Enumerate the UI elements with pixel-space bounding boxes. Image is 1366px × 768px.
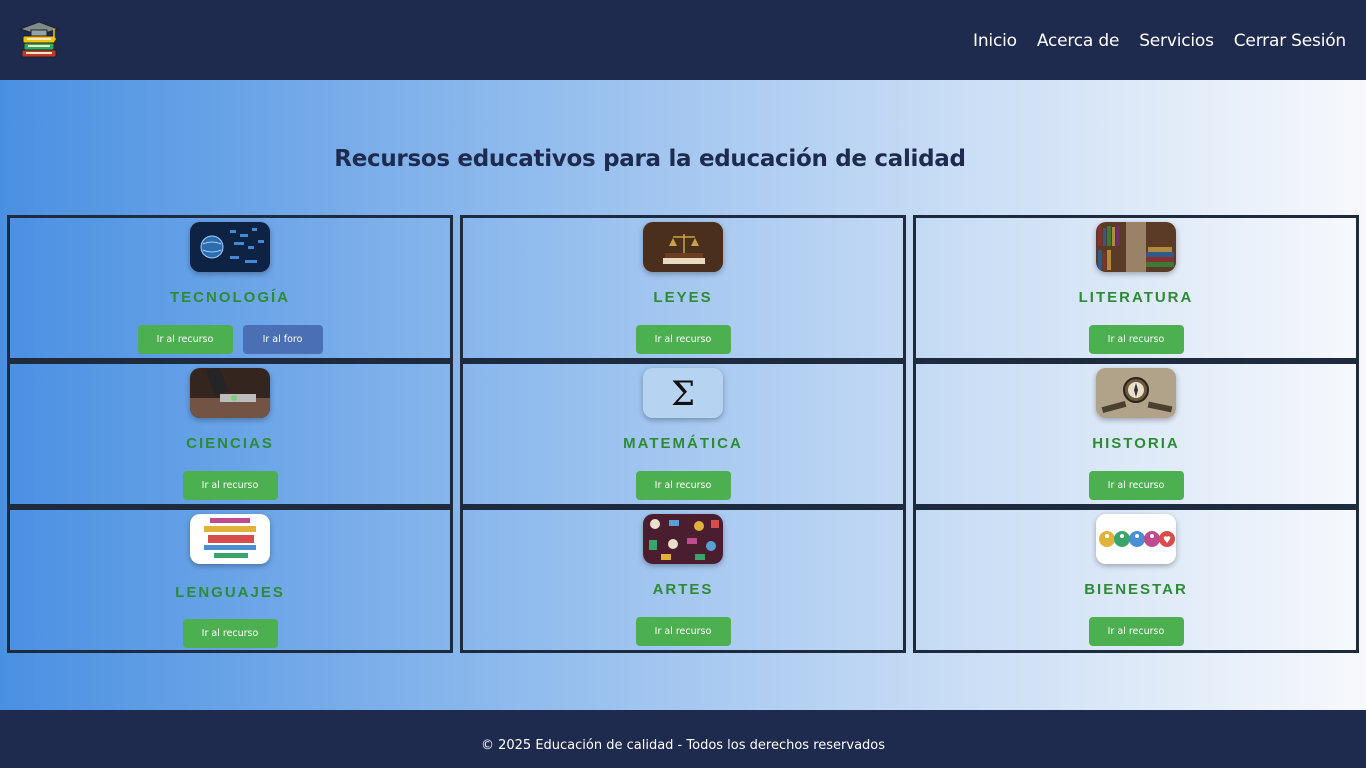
go-to-resource-button[interactable]: Ir al recurso [182,619,278,648]
nav-link-cerrar-sesion[interactable]: Cerrar Sesión [1234,31,1346,51]
resource-card-bienestar: BIENESTAR Ir al recurso [913,507,1359,653]
books-graduation-cap-logo-icon[interactable] [18,19,60,61]
nav-link-acerca-de[interactable]: Acerca de [1037,31,1120,51]
go-to-resource-button[interactable]: Ir al recurso [1088,471,1184,500]
card-title: BIENESTAR [1084,581,1188,598]
card-title: CIENCIAS [186,435,274,452]
resource-card-historia: HISTORIA Ir al recurso [913,361,1359,507]
card-button-row: Ir al recurso [635,471,731,500]
card-button-row: Ir al recurso [182,619,278,648]
resource-card-ciencias: CIENCIAS Ir al recurso [7,361,453,507]
header: Inicio Acerca de Servicios Cerrar Sesión [0,0,1366,80]
main-content: Recursos educativos para la educación de… [0,80,1366,710]
card-button-row: Ir al recurso [1088,617,1184,646]
card-button-row: Ir al recurso [1088,325,1184,354]
card-button-row: Ir al recurso Ir al foro [137,325,323,354]
resource-card-lenguajes: LENGUAJES Ir al recurso [7,507,453,653]
go-to-resource-button[interactable]: Ir al recurso [635,325,731,354]
resource-card-artes: ARTES Ir al recurso [460,507,906,653]
resource-card-tecnologia: TECNOLOGÍA Ir al recurso Ir al foro [7,215,453,361]
go-to-resource-button[interactable]: Ir al recurso [635,471,731,500]
card-button-row: Ir al recurso [182,471,278,500]
technology-globe-image [190,222,270,272]
wellbeing-icons-image [1096,514,1176,564]
compass-map-image [1096,368,1176,418]
go-to-resource-button[interactable]: Ir al recurso [1088,325,1184,354]
law-scales-image [643,222,723,272]
svg-text:Σ: Σ [671,374,695,414]
arts-pattern-image [643,514,723,564]
go-to-resource-button[interactable]: Ir al recurso [635,617,731,646]
nav-link-inicio[interactable]: Inicio [973,31,1017,51]
footer-copyright: © 2025 Educación de calidad - Todos los … [480,737,886,753]
footer: © 2025 Educación de calidad - Todos los … [0,710,1366,768]
go-to-resource-button[interactable]: Ir al recurso [182,471,278,500]
card-title: LENGUAJES [175,584,285,601]
nav-link-servicios[interactable]: Servicios [1139,31,1214,51]
card-title: LITERATURA [1078,289,1194,306]
resource-grid: TECNOLOGÍA Ir al recurso Ir al foro LEYE… [7,215,1359,653]
bookshelf-image [1096,222,1176,272]
resource-card-leyes: LEYES Ir al recurso [460,215,906,361]
page-title: Recursos educativos para la educación de… [334,146,966,172]
go-to-resource-button[interactable]: Ir al recurso [137,325,233,354]
go-to-forum-button[interactable]: Ir al foro [242,325,323,354]
language-word-cloud-image [190,514,270,564]
card-title: TECNOLOGÍA [170,289,290,306]
card-button-row: Ir al recurso [635,617,731,646]
card-title: HISTORIA [1092,435,1180,452]
main-nav: Inicio Acerca de Servicios Cerrar Sesión [973,30,1346,51]
card-button-row: Ir al recurso [1088,471,1184,500]
card-title: LEYES [653,289,713,306]
microscope-image [190,368,270,418]
sigma-image: Σ [643,368,723,418]
card-title: MATEMÁTICA [623,435,743,452]
card-title: ARTES [652,581,714,598]
resource-card-matematica: Σ MATEMÁTICA Ir al recurso [460,361,906,507]
card-button-row: Ir al recurso [635,325,731,354]
go-to-resource-button[interactable]: Ir al recurso [1088,617,1184,646]
resource-card-literatura: LITERATURA Ir al recurso [913,215,1359,361]
